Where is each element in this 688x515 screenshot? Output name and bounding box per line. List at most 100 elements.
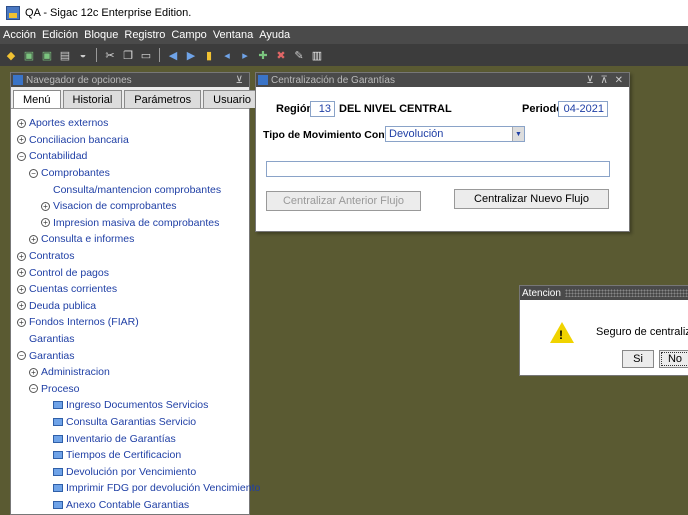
paste-icon[interactable]: ▭ [139,48,153,62]
form-leaf-icon [53,500,63,509]
chevron-down-icon[interactable]: ▼ [512,127,524,141]
tree-node[interactable]: − Proceso [11,381,249,398]
previous-record-icon[interactable]: ◂ [220,48,234,62]
copy-icon[interactable]: ❐ [121,48,135,62]
expand-icon[interactable]: + [41,201,50,211]
previous-block-icon[interactable]: ◀ [166,48,180,62]
expand-icon[interactable]: + [41,218,50,228]
tree-node[interactable]: Ingreso Documentos Servicios [11,397,249,414]
tree-node[interactable]: − Comprobantes [11,165,249,182]
tree-node[interactable]: + Conciliacion bancaria [11,132,249,149]
save-icon[interactable]: ◆ [4,48,18,62]
centralizacion-form-window: Centralización de Garantías ⊻ ⊼ ✕ Región… [255,72,630,232]
periodo-field[interactable]: 04-2021 [558,101,608,117]
tree-node-label: Consulta e informes [41,233,135,246]
form-leaf-icon [53,451,63,460]
tree-node[interactable]: + Cuentas corrientes [11,281,249,298]
tree-node[interactable]: + Visacion de comprobantes [11,198,249,215]
menu-registro[interactable]: Registro [124,29,165,41]
menu-edicion[interactable]: Edición [42,29,78,41]
dialog-title: Atencion [522,287,561,299]
expand-icon[interactable]: + [17,317,26,327]
tree-node[interactable]: + Control de pagos [11,264,249,281]
navigator-tabs: Menú Historial Parámetros Usuario [11,87,262,109]
tree-node-label: Anexo Contable Garantias [66,498,190,511]
tree-node[interactable]: + Fondos Internos (FIAR) [11,314,249,331]
expand-icon[interactable]: + [17,301,26,311]
tree-node[interactable]: − Contabilidad [11,148,249,165]
title-bar-texture [564,289,688,297]
tree-node[interactable]: Tiempos de Certificacion [11,447,249,464]
tree-node[interactable]: + Impresion masiva de comprobantes [11,215,249,232]
delete-record-icon[interactable]: ✖ [274,48,288,62]
tree-node[interactable]: − Garantias [11,347,249,364]
menu-ventana[interactable]: Ventana [213,29,253,41]
tipo-movimiento-select[interactable]: Devolución ▼ [385,126,525,142]
tree-node[interactable]: Garantias [11,331,249,348]
menu-campo[interactable]: Campo [171,29,206,41]
centralizar-anterior-button[interactable]: Centralizar Anterior Flujo [266,191,421,211]
expand-icon[interactable]: + [17,135,26,145]
expand-icon[interactable]: + [17,251,26,261]
tab-menu[interactable]: Menú [13,90,61,108]
collapse-icon[interactable]: − [29,384,38,394]
tree-node[interactable]: Anexo Contable Garantias [11,497,249,514]
menu-ayuda[interactable]: Ayuda [259,29,290,41]
form-title: Centralización de Garantías [271,74,395,86]
expand-icon[interactable]: + [29,234,38,244]
menu-bloque[interactable]: Bloque [84,29,118,41]
collapse-icon[interactable]: − [17,351,26,361]
tab-usuario[interactable]: Usuario [203,90,262,108]
expand-icon[interactable]: + [17,118,26,128]
form-leaf-icon [53,434,63,443]
tree-node-label: Impresion masiva de comprobantes [53,216,220,229]
no-button[interactable]: No [659,350,688,368]
tree-node[interactable]: Devolución por Vencimiento [11,463,249,480]
tree-node[interactable]: Imprimir FDG por devolución Vencimiento [11,480,260,497]
expand-icon[interactable]: + [17,284,26,294]
tree-node-label: Imprimir FDG por devolución Vencimiento [66,482,261,495]
tree-node[interactable]: + Administracion [11,364,249,381]
tree-node[interactable]: Consulta/mantencion comprobantes [11,181,249,198]
tab-historial[interactable]: Historial [62,90,123,108]
query-icon[interactable]: ▣ [22,48,36,62]
collapse-icon[interactable]: − [29,168,38,178]
edit-icon[interactable]: ✎ [292,48,306,62]
tree-node-label: Fondos Internos (FIAR) [29,316,139,329]
message-text-field[interactable] [266,161,610,177]
help-icon[interactable]: ▥ [310,48,324,62]
tree-node-label: Conciliacion bancaria [29,133,129,146]
expand-icon[interactable]: + [29,367,38,377]
cut-icon[interactable]: ✂ [103,48,117,62]
centralizar-nuevo-button[interactable]: Centralizar Nuevo Flujo [454,189,609,209]
tab-parametros[interactable]: Parámetros [124,90,202,108]
insert-record-icon[interactable]: ✚ [256,48,270,62]
region-name: DEL NIVEL CENTRAL [339,103,452,115]
list-icon[interactable]: ▮ [202,48,216,62]
menu-accion[interactable]: Acción [3,29,36,41]
tree-node[interactable]: + Contratos [11,248,249,265]
next-block-icon[interactable]: ▶ [184,48,198,62]
region-code-field[interactable]: 13 [310,101,335,117]
print-preview-icon[interactable]: ◒ [76,48,90,62]
warning-icon [550,322,574,343]
collapse-icon[interactable]: − [17,151,26,161]
tree-node-label: Contabilidad [29,150,88,163]
window-controls[interactable]: ⊻ ⊼ ✕ [586,75,625,86]
si-button[interactable]: Si [622,350,654,368]
tree-node[interactable]: + Consulta e informes [11,231,249,248]
minimize-icon[interactable]: ⊻ [236,75,243,86]
toolbar-separator [159,48,160,62]
tree-node[interactable]: + Deuda publica [11,298,249,315]
execute-query-icon[interactable]: ▣ [40,48,54,62]
next-record-icon[interactable]: ▸ [238,48,252,62]
tree-node-label: Proceso [41,382,80,395]
navigator-panel: Navegador de opciones ⊻ Menú Historial P… [10,72,262,515]
print-icon[interactable]: ▤ [58,48,72,62]
tree-node[interactable]: Inventario de Garantías [11,430,249,447]
tree-node[interactable]: + Aportes externos [11,115,249,132]
expand-icon[interactable]: + [17,268,26,278]
tree-node-label: Ingreso Documentos Servicios [66,399,209,412]
tree-node[interactable]: Consulta Garantias Servicio [11,414,249,431]
tree-node-label: Deuda publica [29,299,97,312]
